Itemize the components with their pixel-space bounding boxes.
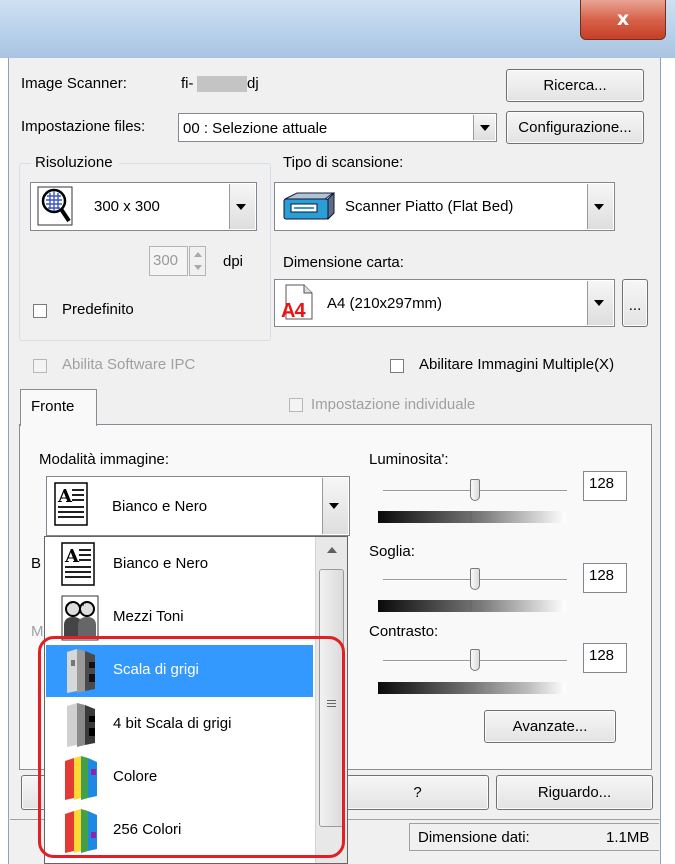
svg-text:A: A [57,486,73,507]
dpi-unit-label: dpi [223,253,244,270]
default-checkbox[interactable] [33,304,47,318]
flatbed-scanner-icon [283,191,335,221]
scroll-up-icon[interactable] [327,547,337,553]
paper-size-label: Dimensione carta: [283,254,404,271]
threshold-label: Soglia: [369,543,415,560]
status-data-size-panel: Dimensione dati: 1.1MB [409,823,659,851]
image-mode-label: Modalità immagine: [39,451,170,468]
scan-type-combo[interactable]: Scanner Piatto (Flat Bed) [274,182,615,231]
default-checkbox-label: Predefinito [62,301,134,318]
window-titlebar [0,0,675,58]
image-mode-value: Bianco e Nero [112,498,208,515]
chevron-down-icon[interactable] [322,478,348,534]
threshold-tick [470,600,472,612]
svg-text:A: A [64,546,80,567]
spin-down-icon[interactable] [194,265,202,270]
paper-size-combo[interactable]: A4 A4 (210x297mm) [274,279,615,327]
dpi-spinner[interactable] [189,246,206,276]
paper-a4-icon: A4 [281,284,321,322]
brightness-label: Luminosita': [369,451,449,468]
data-size-value: 1.1MB [606,829,650,846]
list-item-label: Bianco e Nero [113,555,209,572]
file-settings-value: 00 : Selezione attuale [183,120,328,137]
paper-size-more-button[interactable]: ... [622,279,648,327]
help-button[interactable]: ? [346,775,489,810]
tab-front[interactable]: Fronte [20,389,97,426]
scan-type-label: Tipo di scansione: [283,154,404,171]
individual-settings-checkbox[interactable] [289,398,303,412]
paper-a4-icon-text: A4 [281,300,306,322]
resolution-value: 300 x 300 [94,198,160,215]
hidden-label-b: B [31,555,42,572]
list-item[interactable]: A Bianco e Nero [46,539,313,591]
scanner-model-suffix: dj [247,75,259,92]
brightness-input[interactable]: 128 [583,471,627,501]
scanner-model-redaction [197,76,247,92]
threshold-slider-thumb[interactable] [470,568,480,590]
halftone-people-icon [61,595,99,641]
contrast-input[interactable]: 128 [583,643,627,673]
resolution-combo[interactable]: 300 x 300 [30,182,257,231]
threshold-input[interactable]: 128 [583,563,627,593]
resolution-group-label: Risoluzione [31,154,119,171]
chevron-down-icon[interactable] [473,115,495,140]
about-button[interactable]: Riguardo... [496,775,653,810]
brightness-tick [470,511,472,523]
chevron-down-icon[interactable] [587,184,613,229]
contrast-gradient [378,682,566,694]
dpi-input[interactable]: 300 [149,246,188,276]
ipc-checkbox-label: Abilita Software IPC [62,356,196,373]
multi-image-checkbox-label: Abilitare Immagini Multiple(X) [419,356,615,373]
data-size-label: Dimensione dati: [418,829,530,846]
ipc-checkbox[interactable] [33,359,47,373]
chevron-down-icon[interactable] [587,281,613,325]
search-button[interactable]: Ricerca... [506,69,644,102]
multi-image-checkbox[interactable] [390,359,404,373]
file-settings-combo[interactable]: 00 : Selezione attuale [178,113,497,142]
brightness-gradient [378,511,566,523]
chevron-down-icon[interactable] [229,184,255,229]
advanced-button[interactable]: Avanzate... [484,710,616,743]
annotation-highlight [38,636,345,858]
magnifier-icon [37,186,73,226]
threshold-gradient [378,600,566,612]
brightness-slider-thumb[interactable] [470,479,480,501]
contrast-slider-thumb[interactable] [470,649,480,671]
scan-type-value: Scanner Piatto (Flat Bed) [345,198,514,215]
scanner-model-prefix: fi- [181,75,194,92]
document-text-icon: A [61,542,95,586]
hidden-label-m: M [31,623,44,640]
list-item-label: Mezzi Toni [113,608,184,625]
individual-settings-label: Impostazione individuale [311,396,476,413]
tab-front-label: Fronte [31,398,75,415]
image-mode-combo[interactable]: A Bianco e Nero [46,476,350,536]
spin-up-icon[interactable] [194,252,202,257]
paper-size-value: A4 (210x297mm) [327,295,443,312]
scanner-label: Image Scanner: [21,75,127,92]
contrast-label: Contrasto: [369,623,439,640]
configuration-button[interactable]: Configurazione... [506,111,644,144]
file-settings-label: Impostazione files: [21,118,146,135]
document-text-icon: A [54,482,88,526]
close-button[interactable]: x [580,0,666,40]
